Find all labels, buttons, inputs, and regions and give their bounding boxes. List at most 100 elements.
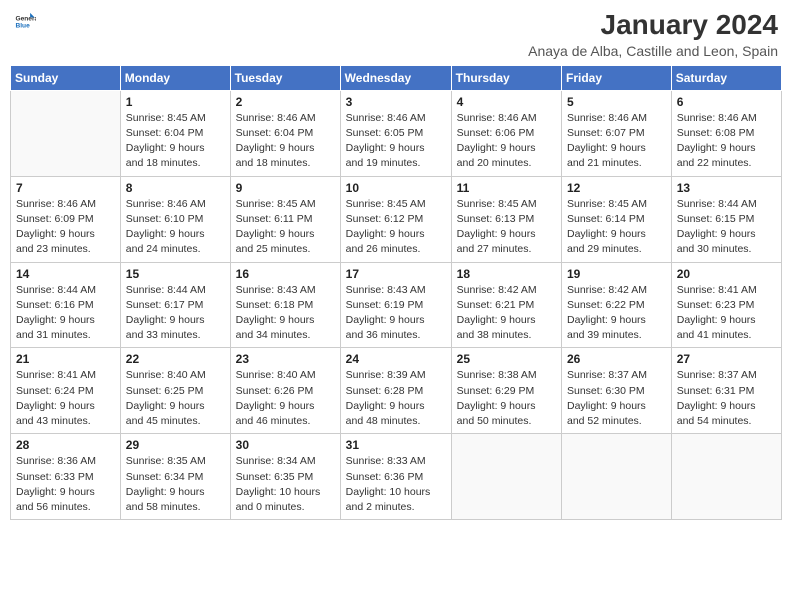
day-number: 5 (567, 95, 666, 109)
weekday-header: Thursday (451, 65, 561, 90)
calendar-cell: 23 Sunrise: 8:40 AMSunset: 6:26 PMDayligh… (230, 348, 340, 434)
calendar-cell: 5 Sunrise: 8:46 AMSunset: 6:07 PMDaylight… (562, 90, 672, 176)
weekday-header: Wednesday (340, 65, 451, 90)
day-number: 26 (567, 352, 666, 366)
day-info: Sunrise: 8:44 AMSunset: 6:16 PMDaylight:… (16, 283, 115, 344)
calendar-cell: 14 Sunrise: 8:44 AMSunset: 6:16 PMDayligh… (11, 262, 121, 348)
calendar-cell: 12 Sunrise: 8:45 AMSunset: 6:14 PMDayligh… (562, 176, 672, 262)
day-info: Sunrise: 8:43 AMSunset: 6:19 PMDaylight:… (346, 283, 446, 344)
day-number: 15 (126, 267, 225, 281)
day-info: Sunrise: 8:39 AMSunset: 6:28 PMDaylight:… (346, 368, 446, 429)
calendar-cell: 20 Sunrise: 8:41 AMSunset: 6:23 PMDayligh… (671, 262, 781, 348)
calendar-cell: 30Sunrise: 8:34 AMSunset: 6:35 PMDayligh… (230, 434, 340, 520)
day-number: 19 (567, 267, 666, 281)
day-info: Sunrise: 8:45 AMSunset: 6:11 PMDaylight:… (236, 197, 335, 258)
day-number: 11 (457, 181, 556, 195)
day-number: 10 (346, 181, 446, 195)
day-info: Sunrise: 8:37 AMSunset: 6:30 PMDaylight:… (567, 368, 666, 429)
calendar-cell: 4 Sunrise: 8:46 AMSunset: 6:06 PMDaylight… (451, 90, 561, 176)
day-number: 25 (457, 352, 556, 366)
day-info: Sunrise: 8:33 AMSunset: 6:36 PMDaylight:… (346, 454, 446, 515)
calendar-cell: 1 Sunrise: 8:45 AMSunset: 6:04 PMDaylight… (120, 90, 230, 176)
day-number: 23 (236, 352, 335, 366)
day-number: 3 (346, 95, 446, 109)
day-info: Sunrise: 8:46 AMSunset: 6:07 PMDaylight:… (567, 111, 666, 172)
calendar-cell: 21Sunrise: 8:41 AMSunset: 6:24 PMDayligh… (11, 348, 121, 434)
calendar-cell (451, 434, 561, 520)
day-info: Sunrise: 8:45 AMSunset: 6:14 PMDaylight:… (567, 197, 666, 258)
day-info: Sunrise: 8:36 AMSunset: 6:33 PMDaylight:… (16, 454, 115, 515)
calendar-cell: 10 Sunrise: 8:45 AMSunset: 6:12 PMDayligh… (340, 176, 451, 262)
calendar-cell: 31 Sunrise: 8:33 AMSunset: 6:36 PMDayligh… (340, 434, 451, 520)
day-info: Sunrise: 8:44 AMSunset: 6:15 PMDaylight:… (677, 197, 776, 258)
day-info: Sunrise: 8:42 AMSunset: 6:21 PMDaylight:… (457, 283, 556, 344)
day-number: 18 (457, 267, 556, 281)
calendar-week-row: 21Sunrise: 8:41 AMSunset: 6:24 PMDayligh… (11, 348, 782, 434)
day-info: Sunrise: 8:46 AMSunset: 6:04 PMDaylight:… (236, 111, 335, 172)
calendar-cell (11, 90, 121, 176)
calendar-cell: 13 Sunrise: 8:44 AMSunset: 6:15 PMDayligh… (671, 176, 781, 262)
day-info: Sunrise: 8:46 AMSunset: 6:08 PMDaylight:… (677, 111, 776, 172)
day-number: 27 (677, 352, 776, 366)
calendar-cell: 17 Sunrise: 8:43 AMSunset: 6:19 PMDayligh… (340, 262, 451, 348)
calendar-cell: 11Sunrise: 8:45 AMSunset: 6:13 PMDayligh… (451, 176, 561, 262)
day-info: Sunrise: 8:40 AMSunset: 6:26 PMDaylight:… (236, 368, 335, 429)
calendar-cell: 9 Sunrise: 8:45 AMSunset: 6:11 PMDaylight… (230, 176, 340, 262)
calendar-cell: 6 Sunrise: 8:46 AMSunset: 6:08 PMDaylight… (671, 90, 781, 176)
day-info: Sunrise: 8:41 AMSunset: 6:23 PMDaylight:… (677, 283, 776, 344)
month-year-title: January 2024 (528, 10, 778, 41)
day-number: 6 (677, 95, 776, 109)
day-number: 13 (677, 181, 776, 195)
day-number: 1 (126, 95, 225, 109)
calendar-cell (562, 434, 672, 520)
day-number: 14 (16, 267, 115, 281)
page-header: General Blue January 2024 Anaya de Alba,… (10, 10, 782, 59)
day-number: 16 (236, 267, 335, 281)
day-info: Sunrise: 8:42 AMSunset: 6:22 PMDaylight:… (567, 283, 666, 344)
calendar-cell: 7 Sunrise: 8:46 AMSunset: 6:09 PMDaylight… (11, 176, 121, 262)
day-number: 28 (16, 438, 115, 452)
day-number: 20 (677, 267, 776, 281)
day-number: 21 (16, 352, 115, 366)
calendar-cell: 16Sunrise: 8:43 AMSunset: 6:18 PMDayligh… (230, 262, 340, 348)
calendar-cell (671, 434, 781, 520)
calendar-cell: 15 Sunrise: 8:44 AMSunset: 6:17 PMDayligh… (120, 262, 230, 348)
calendar-cell: 18 Sunrise: 8:42 AMSunset: 6:21 PMDayligh… (451, 262, 561, 348)
calendar-week-row: 28 Sunrise: 8:36 AMSunset: 6:33 PMDayligh… (11, 434, 782, 520)
logo: General Blue (14, 10, 36, 32)
day-info: Sunrise: 8:46 AMSunset: 6:09 PMDaylight:… (16, 197, 115, 258)
svg-text:Blue: Blue (15, 23, 30, 30)
title-block: January 2024 Anaya de Alba, Castille and… (528, 10, 778, 59)
day-info: Sunrise: 8:45 AMSunset: 6:04 PMDaylight:… (126, 111, 225, 172)
calendar-cell: 27 Sunrise: 8:37 AMSunset: 6:31 PMDayligh… (671, 348, 781, 434)
day-number: 31 (346, 438, 446, 452)
day-info: Sunrise: 8:38 AMSunset: 6:29 PMDaylight:… (457, 368, 556, 429)
day-number: 29 (126, 438, 225, 452)
day-info: Sunrise: 8:44 AMSunset: 6:17 PMDaylight:… (126, 283, 225, 344)
day-info: Sunrise: 8:45 AMSunset: 6:12 PMDaylight:… (346, 197, 446, 258)
weekday-header: Friday (562, 65, 672, 90)
day-number: 8 (126, 181, 225, 195)
day-number: 17 (346, 267, 446, 281)
calendar-cell: 8Sunrise: 8:46 AMSunset: 6:10 PMDaylight… (120, 176, 230, 262)
day-info: Sunrise: 8:40 AMSunset: 6:25 PMDaylight:… (126, 368, 225, 429)
day-number: 22 (126, 352, 225, 366)
day-number: 7 (16, 181, 115, 195)
day-number: 4 (457, 95, 556, 109)
location-subtitle: Anaya de Alba, Castille and Leon, Spain (528, 43, 778, 59)
calendar-cell: 28 Sunrise: 8:36 AMSunset: 6:33 PMDayligh… (11, 434, 121, 520)
calendar-cell: 25 Sunrise: 8:38 AMSunset: 6:29 PMDayligh… (451, 348, 561, 434)
day-number: 9 (236, 181, 335, 195)
weekday-header: Saturday (671, 65, 781, 90)
day-number: 12 (567, 181, 666, 195)
day-info: Sunrise: 8:37 AMSunset: 6:31 PMDaylight:… (677, 368, 776, 429)
calendar-cell: 3Sunrise: 8:46 AMSunset: 6:05 PMDaylight… (340, 90, 451, 176)
calendar-week-row: 14 Sunrise: 8:44 AMSunset: 6:16 PMDayligh… (11, 262, 782, 348)
weekday-header: Monday (120, 65, 230, 90)
calendar-cell: 26 Sunrise: 8:37 AMSunset: 6:30 PMDayligh… (562, 348, 672, 434)
weekday-header: Tuesday (230, 65, 340, 90)
day-info: Sunrise: 8:46 AMSunset: 6:06 PMDaylight:… (457, 111, 556, 172)
calendar-cell: 2Sunrise: 8:46 AMSunset: 6:04 PMDaylight… (230, 90, 340, 176)
logo-icon: General Blue (14, 10, 36, 32)
calendar-table: SundayMondayTuesdayWednesdayThursdayFrid… (10, 65, 782, 520)
